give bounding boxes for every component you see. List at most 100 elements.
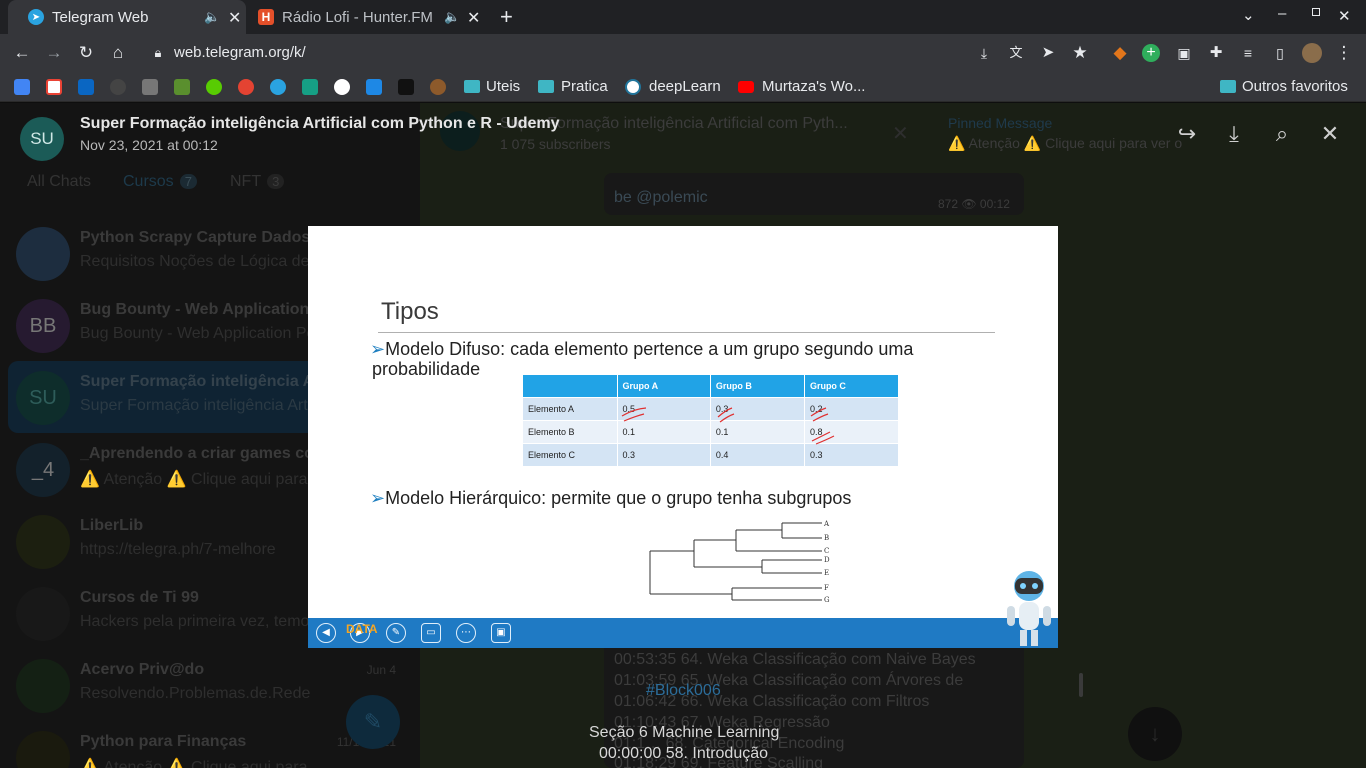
todoist-icon[interactable] [238,79,254,95]
bullet-arrow-icon: ➢ [370,488,386,508]
bookmark-uteis[interactable]: Uteis [486,78,520,95]
zoom-icon[interactable]: ⌕ [1269,121,1295,147]
tab-title: Telegram Web [52,8,149,26]
leaf-label: B [824,534,829,542]
github-icon[interactable] [110,79,126,95]
lock-icon[interactable]: 🔒︎ [148,43,168,63]
media-source-title[interactable]: Super Formação inteligência Artificial c… [80,115,560,133]
chat-name: Python Scrapy Capture Dados W [80,229,310,246]
gmail-icon[interactable] [46,79,62,95]
address-bar[interactable]: web.telegram.org/k/ [174,44,306,61]
speaker-icon[interactable]: 🔈 [444,9,460,25]
forward-icon[interactable]: ↪ [1174,121,1200,147]
scrollbar[interactable] [1079,673,1083,697]
leaf-label: F [824,584,829,592]
translate-icon[interactable]: 文 [1006,43,1026,63]
tab-search-icon[interactable]: ⌄ [1242,6,1255,24]
reload-icon[interactable]: ↻ [76,43,96,63]
avatar [16,515,70,569]
media-date: Nov 23, 2021 at 00:12 [80,137,218,153]
chat-name: LiberLib [80,517,144,534]
previous-slide-icon[interactable]: ◀ [316,623,336,643]
puzzle-icon[interactable]: ✚ [1206,43,1226,63]
menu-icon[interactable]: ⋮ [1334,43,1354,63]
other-bookmarks[interactable]: Outros favoritos [1242,78,1348,95]
more-options-icon[interactable]: ⋯ [456,623,476,643]
pen-icon[interactable]: ✎ [386,623,406,643]
message-meta: 872 👁 00:12 [938,197,1010,211]
download-icon[interactable]: ⤓ [1221,121,1247,147]
caption-line: Seção 6 Machine Learning [589,724,780,741]
telegram-icon: ➤ [28,9,44,25]
speaker-icon[interactable]: 🔈 [204,9,220,25]
profile-avatar[interactable] [1302,43,1322,63]
new-tab-button[interactable]: + [500,4,513,30]
leaf-label: C [824,547,829,555]
bookmark-murtaza[interactable]: Murtaza's Wo... [762,78,865,95]
folder-tabs: All Chats Cursos 7 NFT 3 [0,165,420,205]
telegram-app: All Chats Cursos 7 NFT 3 Python Scrapy Cap… [0,103,1366,768]
bookmark-icon[interactable] [430,79,446,95]
extension-icon[interactable]: ▣ [1174,43,1194,63]
unread-badge: 3 [267,174,285,189]
folder-icon [1220,80,1236,93]
chat-date: Jun 4 [366,663,396,677]
dendrogram: A B C D E F G [649,520,830,604]
home-icon[interactable]: ⌂ [108,43,128,63]
scroll-down-button[interactable]: ↓ [1128,707,1182,761]
duolingo-icon[interactable] [206,79,222,95]
bookmark-icon[interactable] [142,79,158,95]
linkedin-icon[interactable] [78,79,94,95]
back-icon[interactable]: ← [12,43,32,63]
send-icon[interactable]: ➤ [1038,43,1058,63]
media-viewer-header: SU Super Formação inteligência Artificia… [0,103,1366,165]
folder-icon [464,80,480,93]
avatar[interactable]: SU [20,117,64,161]
screen-icon[interactable]: ▣ [491,623,511,643]
chat-preview: Hackers pela primeira vez, temo [80,613,310,630]
bookmark-star-icon[interactable]: ★ [1070,43,1090,63]
forward-icon[interactable]: → [44,43,64,63]
calendar-icon[interactable] [14,79,30,95]
tab-close-icon[interactable]: ✕ [228,8,241,28]
close-chat-icon[interactable]: ✕ [892,121,909,146]
telegram-icon[interactable] [270,79,286,95]
bookmark-icon[interactable] [366,79,382,95]
bookmark-icon[interactable] [174,79,190,95]
avatar: BB [16,299,70,353]
close-icon[interactable]: ✕ [1317,121,1343,147]
bookmark-icon[interactable] [398,79,414,95]
avatar: _4 [16,443,70,497]
tab-strip: ➤ Telegram Web 🔈 ✕ H Rádio Lofi - Hunter… [0,0,1366,34]
chat-name: Super Formação inteligência Art [80,373,310,390]
compose-button[interactable]: ✎ [346,695,400,749]
slides-icon[interactable]: ▭ [421,623,441,643]
tab-nft[interactable]: NFT 3 [230,173,285,191]
tab-cursos[interactable]: Cursos 7 [123,173,197,191]
side-panel-icon[interactable]: ▯ [1270,43,1290,63]
tab-telegram[interactable]: ➤ Telegram Web 🔈 ✕ [8,0,246,34]
bookmark-deeplearn[interactable]: deepLearn [649,78,721,95]
install-icon[interactable]: ⤓ [974,43,994,63]
bookmark-icon[interactable] [302,79,318,95]
tab-close-icon[interactable]: ✕ [467,8,480,28]
media-control-icon[interactable]: ≡ [1238,43,1258,63]
tab-label: NFT [230,173,262,190]
tab-all-chats[interactable]: All Chats [27,173,91,191]
message-line: 00:53:35 64. Weka Classificação com Naiv… [614,651,976,668]
caption-hashtag[interactable]: #Block006 [646,682,721,700]
data-logo: DATA [346,622,378,636]
bookmark-icon[interactable] [334,79,350,95]
maximize-icon[interactable] [1312,8,1320,16]
leaf-label: G [824,596,830,604]
wordpress-icon [625,79,641,95]
tab-radio-lofi[interactable]: H Rádio Lofi - Hunter.FM 🔈 ✕ [246,0,486,34]
close-window-icon[interactable]: ✕ [1338,7,1351,25]
metamask-icon[interactable]: ◆ [1110,43,1130,63]
media-image[interactable]: Tipos ➢Modelo Difuso: cada elemento pert… [308,226,1058,648]
minimize-icon[interactable]: – [1278,5,1286,22]
tab-label: All Chats [27,173,92,190]
add-extension-icon[interactable]: + [1142,44,1160,62]
navigation-toolbar: ← → ↻ ⌂ 🔒︎ web.telegram.org/k/ ⤓ 文 ➤ ★ ◆… [0,34,1366,72]
bookmark-pratica[interactable]: Pratica [561,78,608,95]
